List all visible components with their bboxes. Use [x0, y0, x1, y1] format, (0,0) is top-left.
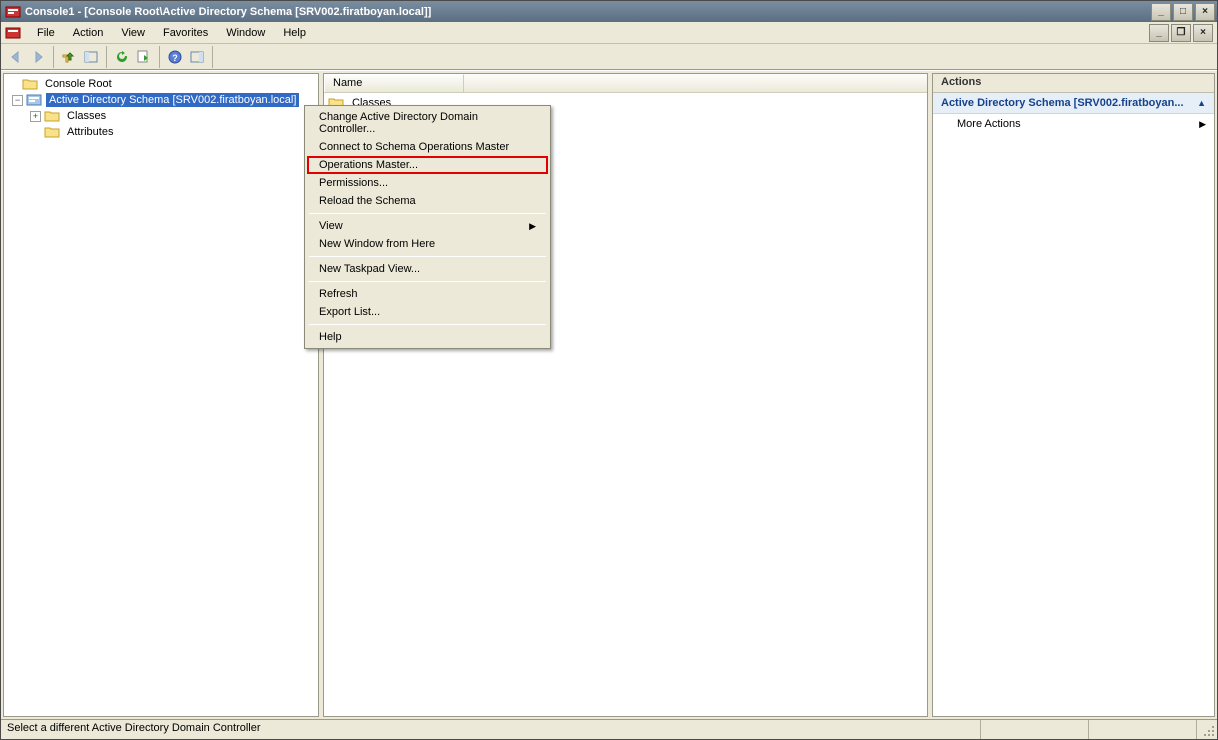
- actions-pane-header: Actions: [933, 74, 1214, 93]
- window-title: Console1 - [Console Root\Active Director…: [25, 6, 1151, 18]
- back-button[interactable]: [5, 46, 27, 68]
- cm-label: View: [319, 220, 343, 232]
- cm-label: Refresh: [319, 288, 358, 300]
- tree-label: Classes: [64, 109, 109, 123]
- status-text: Select a different Active Directory Doma…: [1, 720, 981, 739]
- cm-permissions[interactable]: Permissions...: [307, 174, 548, 192]
- expander-placeholder: [8, 79, 19, 90]
- status-cell-2: [981, 720, 1089, 739]
- mmc-window: Console1 - [Console Root\Active Director…: [0, 0, 1218, 740]
- mdi-close-button[interactable]: ×: [1193, 24, 1213, 42]
- submenu-arrow-icon: ▶: [1199, 119, 1206, 130]
- expander-placeholder: [30, 127, 41, 138]
- window-controls: _ □ ×: [1151, 3, 1215, 21]
- mdi-child-icon[interactable]: [5, 25, 21, 41]
- cm-separator: [309, 213, 546, 214]
- resize-grip[interactable]: [1197, 720, 1217, 739]
- refresh-button[interactable]: [111, 46, 133, 68]
- cm-reload-schema[interactable]: Reload the Schema: [307, 192, 548, 210]
- cm-connect-som[interactable]: Connect to Schema Operations Master: [307, 138, 548, 156]
- cm-new-window[interactable]: New Window from Here: [307, 235, 548, 253]
- mdi-window-controls: _ ❐ ×: [1149, 24, 1213, 42]
- actions-item-label: More Actions: [957, 118, 1021, 130]
- folder-icon: [44, 125, 60, 139]
- folder-icon: [22, 77, 38, 91]
- cm-label: Operations Master...: [319, 159, 418, 171]
- actions-group-header[interactable]: Active Directory Schema [SRV002.firatboy…: [933, 93, 1214, 114]
- cm-new-taskpad[interactable]: New Taskpad View...: [307, 260, 548, 278]
- cm-refresh[interactable]: Refresh: [307, 285, 548, 303]
- cm-label: Connect to Schema Operations Master: [319, 141, 509, 153]
- statusbar: Select a different Active Directory Doma…: [1, 719, 1217, 739]
- cm-label: New Window from Here: [319, 238, 435, 250]
- up-button[interactable]: [58, 46, 80, 68]
- cm-label: New Taskpad View...: [319, 263, 420, 275]
- cm-label: Permissions...: [319, 177, 388, 189]
- toolbar: ?: [1, 44, 1217, 70]
- menu-action[interactable]: Action: [65, 25, 112, 41]
- cm-view[interactable]: View ▶: [307, 217, 548, 235]
- cm-label: Export List...: [319, 306, 380, 318]
- expander-plus-icon[interactable]: +: [30, 111, 41, 122]
- help-button[interactable]: ?: [164, 46, 186, 68]
- minimize-button[interactable]: _: [1151, 3, 1171, 21]
- menu-file[interactable]: File: [29, 25, 63, 41]
- close-button[interactable]: ×: [1195, 3, 1215, 21]
- menu-window[interactable]: Window: [218, 25, 273, 41]
- show-hide-action-pane-button[interactable]: [186, 46, 208, 68]
- context-menu: Change Active Directory Domain Controlle…: [304, 105, 551, 349]
- show-hide-tree-button[interactable]: [80, 46, 102, 68]
- titlebar[interactable]: Console1 - [Console Root\Active Director…: [1, 1, 1217, 22]
- actions-item-more-actions[interactable]: More Actions ▶: [933, 114, 1214, 134]
- list-header: Name: [324, 74, 927, 93]
- menu-favorites[interactable]: Favorites: [155, 25, 216, 41]
- status-cell-3: [1089, 720, 1197, 739]
- tree-pane: Console Root − Active Directory Schema […: [3, 73, 319, 717]
- menubar: File Action View Favorites Window Help _…: [1, 22, 1217, 44]
- svg-text:?: ?: [172, 53, 178, 63]
- tree-node-classes[interactable]: + Classes: [4, 108, 318, 124]
- tree-node-console-root[interactable]: Console Root: [4, 76, 318, 92]
- forward-button[interactable]: [27, 46, 49, 68]
- menu-help[interactable]: Help: [275, 25, 314, 41]
- tree-node-schema[interactable]: − Active Directory Schema [SRV002.firatb…: [4, 92, 318, 108]
- export-list-button[interactable]: [133, 46, 155, 68]
- cm-label: Reload the Schema: [319, 195, 416, 207]
- cm-label: Help: [319, 331, 342, 343]
- maximize-button[interactable]: □: [1173, 3, 1193, 21]
- tree-label: Attributes: [64, 125, 116, 139]
- folder-icon: [44, 109, 60, 123]
- mdi-minimize-button[interactable]: _: [1149, 24, 1169, 42]
- actions-pane: Actions Active Directory Schema [SRV002.…: [932, 73, 1215, 717]
- collapse-up-icon: ▲: [1197, 98, 1206, 108]
- submenu-arrow-icon: ▶: [529, 221, 536, 232]
- app-icon: [5, 4, 21, 20]
- cm-help[interactable]: Help: [307, 328, 548, 346]
- cm-separator: [309, 324, 546, 325]
- cm-operations-master[interactable]: Operations Master...: [307, 156, 548, 174]
- tree-label: Console Root: [42, 77, 115, 91]
- expander-minus-icon[interactable]: −: [12, 95, 23, 106]
- column-header-fill: [464, 74, 927, 92]
- schema-icon: [26, 93, 42, 107]
- cm-change-dc[interactable]: Change Active Directory Domain Controlle…: [307, 108, 548, 138]
- column-header-name[interactable]: Name: [324, 74, 464, 92]
- tree-label-selected: Active Directory Schema [SRV002.firatboy…: [46, 93, 299, 107]
- tree[interactable]: Console Root − Active Directory Schema […: [4, 74, 318, 142]
- mdi-restore-button[interactable]: ❐: [1171, 24, 1191, 42]
- cm-label: Change Active Directory Domain Controlle…: [319, 111, 536, 135]
- menu-view[interactable]: View: [113, 25, 153, 41]
- actions-group-title: Active Directory Schema [SRV002.firatboy…: [941, 97, 1184, 109]
- cm-separator: [309, 281, 546, 282]
- tree-node-attributes[interactable]: Attributes: [4, 124, 318, 140]
- cm-separator: [309, 256, 546, 257]
- cm-export-list[interactable]: Export List...: [307, 303, 548, 321]
- body: Console Root − Active Directory Schema […: [1, 70, 1217, 719]
